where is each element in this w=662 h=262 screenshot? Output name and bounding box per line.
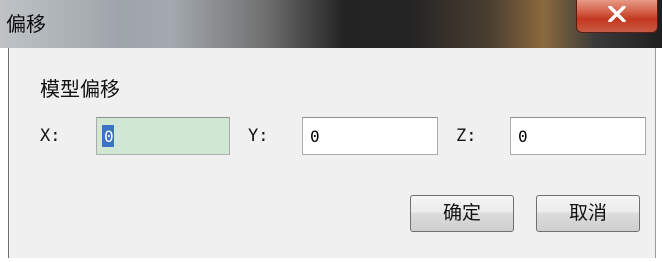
- ok-button[interactable]: 确定: [410, 195, 514, 232]
- close-icon: [608, 6, 626, 22]
- group-label: 模型偏移: [40, 77, 120, 101]
- title-bar[interactable]: 偏移: [0, 0, 662, 48]
- z-label: Z:: [456, 126, 477, 146]
- y-label: Y:: [248, 126, 269, 146]
- window-bottom-edge: [0, 258, 662, 262]
- y-offset-input[interactable]: [303, 118, 437, 154]
- z-offset-field[interactable]: [510, 117, 646, 155]
- x-offset-field[interactable]: [96, 117, 230, 155]
- x-label: X:: [40, 126, 61, 146]
- y-offset-field[interactable]: [302, 117, 438, 155]
- cancel-button[interactable]: 取消: [536, 195, 640, 232]
- close-button[interactable]: [576, 0, 658, 33]
- offset-dialog: 偏移 模型偏移 X: Y: Z: 确定 取消: [0, 0, 662, 262]
- window-title: 偏移: [6, 12, 46, 36]
- x-offset-input[interactable]: [97, 118, 229, 154]
- z-offset-input[interactable]: [511, 118, 645, 154]
